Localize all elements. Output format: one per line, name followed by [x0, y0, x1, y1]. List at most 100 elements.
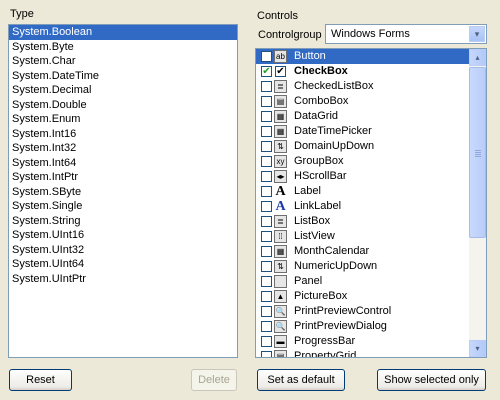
type-list-item[interactable]: System.Int64	[9, 156, 237, 171]
controls-list-item[interactable]: ▬ ProgressBar	[256, 334, 469, 349]
control-name: DomainUpDown	[294, 140, 375, 152]
controls-list[interactable]: ab Button ✔ ✔ CheckBox ≣ CheckedListBox ▤ ComboB…	[255, 48, 487, 358]
include-checkbox[interactable]	[261, 246, 272, 257]
controls-list-item[interactable]: ab Button	[256, 49, 469, 64]
type-list-item[interactable]: System.Int16	[9, 127, 237, 142]
type-list-item[interactable]: System.UIntPtr	[9, 272, 237, 287]
type-list-item[interactable]: System.Single	[9, 199, 237, 214]
control-type-icon: ⇅	[274, 260, 287, 273]
control-type-icon: A	[275, 200, 286, 213]
type-list-item[interactable]: System.UInt32	[9, 243, 237, 258]
control-type-icon: ✔	[275, 66, 286, 77]
include-checkbox[interactable]	[261, 306, 272, 317]
controls-list-item[interactable]: ▦ MonthCalendar	[256, 244, 469, 259]
control-name: PictureBox	[294, 290, 348, 302]
type-label: Type	[10, 8, 34, 20]
type-list-item[interactable]: System.Int32	[9, 141, 237, 156]
control-type-icon: ab	[274, 50, 287, 63]
controls-list-item[interactable]: ◂▸ HScrollBar	[256, 169, 469, 184]
type-list-item[interactable]: System.UInt16	[9, 228, 237, 243]
type-list[interactable]: System.Boolean System.Byte System.Char Syst…	[8, 24, 238, 358]
type-list-item[interactable]: System.Enum	[9, 112, 237, 127]
control-name: Label	[294, 185, 321, 197]
control-type-icon: ▤	[274, 95, 287, 108]
include-checkbox[interactable]	[261, 51, 272, 62]
control-type-icon: ▤	[274, 350, 287, 357]
type-list-item[interactable]: System.Decimal	[9, 83, 237, 98]
include-checkbox[interactable]	[261, 156, 272, 167]
scroll-down-icon[interactable]: ▾	[469, 340, 486, 357]
controls-list-item[interactable]: ⇅ NumericUpDown	[256, 259, 469, 274]
include-checkbox[interactable]	[261, 186, 272, 197]
control-type-icon: ⇅	[274, 140, 287, 153]
include-checkbox[interactable]	[261, 111, 272, 122]
control-type-icon: 🔍	[274, 305, 287, 318]
controls-list-item[interactable]: ⇅ DomainUpDown	[256, 139, 469, 154]
control-name: LinkLabel	[294, 200, 342, 212]
chevron-down-icon[interactable]: ▾	[469, 26, 485, 42]
control-type-icon: ▲	[274, 290, 287, 303]
controls-list-item[interactable]: ▦ DataGrid	[256, 109, 469, 124]
include-checkbox[interactable]	[261, 126, 272, 137]
controls-list-item[interactable]: ≣ ListBox	[256, 214, 469, 229]
controls-list-item[interactable]: 🔍 PrintPreviewControl	[256, 304, 469, 319]
controls-list-item[interactable]: A Label	[256, 184, 469, 199]
control-name: PrintPreviewDialog	[294, 320, 387, 332]
controls-list-item[interactable]: A LinkLabel	[256, 199, 469, 214]
control-name: ListView	[294, 230, 335, 242]
include-checkbox[interactable]	[261, 336, 272, 347]
scroll-up-icon[interactable]: ▴	[469, 49, 486, 66]
controls-label: Controls	[257, 10, 298, 22]
controls-list-item[interactable]: ▦ DateTimePicker	[256, 124, 469, 139]
include-checkbox[interactable]	[261, 351, 272, 357]
type-list-item[interactable]: System.Char	[9, 54, 237, 69]
type-list-item[interactable]: System.UInt64	[9, 257, 237, 272]
type-list-item[interactable]: System.DateTime	[9, 69, 237, 84]
controls-list-item[interactable]: ✔ ✔ CheckBox	[256, 64, 469, 79]
show-selected-button[interactable]: Show selected only	[377, 369, 486, 391]
include-checkbox[interactable]	[261, 96, 272, 107]
controls-scrollbar[interactable]: ▴ ▾	[469, 49, 486, 357]
type-list-item[interactable]: System.Boolean	[9, 25, 237, 40]
include-checkbox[interactable]	[261, 81, 272, 92]
type-list-item[interactable]: System.SByte	[9, 185, 237, 200]
control-type-icon: A	[275, 185, 286, 198]
include-checkbox[interactable]	[261, 216, 272, 227]
control-type-icon: ▦	[274, 125, 287, 138]
set-default-button[interactable]: Set as default	[257, 369, 345, 391]
control-type-icon: ≣	[274, 215, 287, 228]
include-checkbox[interactable]: ✔	[261, 66, 272, 77]
include-checkbox[interactable]	[261, 276, 272, 287]
include-checkbox[interactable]	[261, 291, 272, 302]
control-type-icon: ◂▸	[274, 170, 287, 183]
type-list-item[interactable]: System.IntPtr	[9, 170, 237, 185]
include-checkbox[interactable]	[261, 231, 272, 242]
include-checkbox[interactable]	[261, 201, 272, 212]
type-list-item[interactable]: System.Double	[9, 98, 237, 113]
controls-list-item[interactable]: ≣ CheckedListBox	[256, 79, 469, 94]
controls-list-item[interactable]: ⁞⁞ ListView	[256, 229, 469, 244]
include-checkbox[interactable]	[261, 141, 272, 152]
controls-list-item[interactable]: Panel	[256, 274, 469, 289]
type-list-item[interactable]: System.Byte	[9, 40, 237, 55]
control-name: DateTimePicker	[294, 125, 372, 137]
control-name: MonthCalendar	[294, 245, 370, 257]
controls-list-item[interactable]: xy GroupBox	[256, 154, 469, 169]
reset-button[interactable]: Reset	[9, 369, 72, 391]
controls-list-item[interactable]: ▲ PictureBox	[256, 289, 469, 304]
control-name: Panel	[294, 275, 323, 287]
scroll-thumb[interactable]	[469, 67, 486, 238]
include-checkbox[interactable]	[261, 261, 272, 272]
controlgroup-select[interactable]: Windows Forms ▾	[325, 24, 487, 44]
include-checkbox[interactable]	[261, 321, 272, 332]
type-list-item[interactable]: System.String	[9, 214, 237, 229]
controls-list-item[interactable]: ▤ ComboBox	[256, 94, 469, 109]
control-type-icon: ▦	[274, 245, 287, 258]
controls-list-item[interactable]: 🔍 PrintPreviewDialog	[256, 319, 469, 334]
controls-list-item[interactable]: ▤ PropertyGrid	[256, 349, 469, 357]
control-name: DataGrid	[294, 110, 339, 122]
delete-button[interactable]: Delete	[191, 369, 237, 391]
control-type-icon: xy	[274, 155, 287, 168]
include-checkbox[interactable]	[261, 171, 272, 182]
control-type-icon: 🔍	[274, 320, 287, 333]
